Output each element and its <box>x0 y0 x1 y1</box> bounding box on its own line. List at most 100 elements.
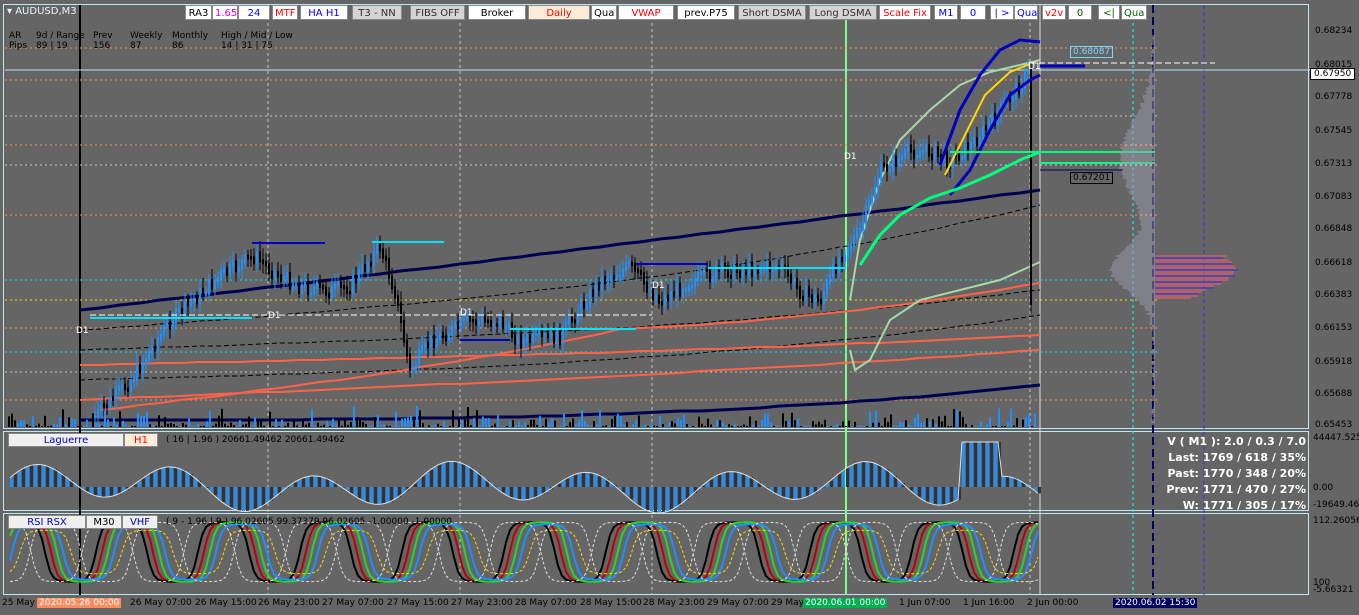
laguerre-bar <box>582 472 585 487</box>
toolbar-button-ra3-0[interactable]: RA3 <box>185 5 212 20</box>
toolbar-button-0-20[interactable]: 0 <box>1068 5 1092 20</box>
volume-bar <box>995 426 997 427</box>
volume-bar <box>413 417 415 427</box>
volume-bar <box>974 426 976 427</box>
laguerre-bar <box>502 487 505 493</box>
ha-candle <box>907 144 909 152</box>
ha-candle <box>325 286 327 296</box>
laguerre-bar <box>742 473 745 487</box>
ha-candle <box>862 221 864 231</box>
ha-candle <box>187 299 189 306</box>
time-axis[interactable]: 25 May 2020.05.26 00:00 26 May 07:00 26 May… <box>0 596 1310 615</box>
laguerre-tf[interactable]: H1 <box>124 433 158 447</box>
toolbar-button-ha-h1-4[interactable]: HA H1 <box>300 5 348 20</box>
toolbar-button-vwap-10[interactable]: VWAP <box>618 5 674 20</box>
toolbar-button-qua-18[interactable]: Qua <box>1014 5 1038 20</box>
moving-average <box>99 282 1041 411</box>
rsi-tf[interactable]: M30 <box>86 515 122 529</box>
toolbar-button-qua-9[interactable]: Qua <box>591 5 617 20</box>
stat-label: AR <box>9 31 22 41</box>
stat-label: High / Mid / Low <box>221 31 293 41</box>
stat-label: Monthly <box>172 31 209 41</box>
toolbar-button-0-16[interactable]: 0 <box>960 5 986 20</box>
ha-candle <box>673 291 675 297</box>
toolbar-button-v2v-19[interactable]: v2v <box>1042 5 1066 20</box>
toolbar-button-daily-8[interactable]: Daily <box>528 5 590 20</box>
ha-candle <box>499 316 501 327</box>
rsi-mode[interactable]: VHF <box>122 515 158 529</box>
rsi-label[interactable]: RSI RSX <box>8 515 86 529</box>
laguerre-bar <box>170 466 173 487</box>
volume-bar <box>50 425 52 427</box>
volume-bar <box>392 426 394 427</box>
toolbar-button-qua-22[interactable]: Qua <box>1121 5 1147 20</box>
volume-bar <box>977 426 979 427</box>
ha-candle <box>370 262 372 267</box>
ha-candle <box>826 280 828 295</box>
ha-candle <box>598 281 600 291</box>
ha-candle <box>583 300 585 309</box>
ha-candle <box>967 142 969 153</box>
volume-bar <box>929 421 931 427</box>
time-label: 1 Jun 07:00 <box>899 598 951 608</box>
volume-bar <box>443 421 445 427</box>
ha-candle <box>577 312 579 324</box>
ha-candle <box>454 321 456 329</box>
laguerre-label[interactable]: Laguerre <box>8 433 124 447</box>
ha-candle <box>847 247 849 258</box>
volume-bar <box>902 422 904 427</box>
volume-bar <box>359 420 361 427</box>
volume-bar <box>494 423 496 427</box>
dropdown-arrow-icon[interactable]: ▾ <box>7 6 12 17</box>
symbol-title[interactable]: ▾ AUDUSD,M3 <box>7 6 77 17</box>
volume-bar <box>629 426 631 427</box>
ha-candle <box>97 408 99 418</box>
ha-candle <box>316 282 318 290</box>
volume-bar <box>395 411 397 427</box>
ha-candle <box>976 137 978 147</box>
volume-bar <box>710 424 712 427</box>
ha-candle <box>262 259 264 265</box>
volume-bar <box>335 423 337 427</box>
ha-candle <box>355 275 357 284</box>
toolbar-button--21[interactable]: <| <box>1098 5 1120 20</box>
ha-candle <box>178 307 180 311</box>
volume-bar <box>122 420 124 427</box>
volume-bar <box>398 426 400 427</box>
laguerre-bar <box>426 473 429 487</box>
ha-candle <box>856 228 858 239</box>
ha-candle <box>496 323 498 327</box>
ha-candle <box>658 295 660 304</box>
ha-candle <box>451 325 453 337</box>
toolbar-button-prev-p75-11[interactable]: prev.P75 <box>677 5 735 20</box>
volume-bar <box>44 415 46 427</box>
volume-bar <box>164 416 166 427</box>
ha-candle <box>838 256 840 274</box>
laguerre-bar <box>594 473 597 487</box>
toolbar-button-fibs-off-6[interactable]: FIBS OFF <box>410 5 465 20</box>
toolbar-button-1-65-1[interactable]: 1.65 <box>212 5 238 20</box>
volume-bar <box>917 414 919 427</box>
ha-candle <box>205 292 207 296</box>
ha-candle <box>493 323 495 327</box>
volume-bar <box>941 421 943 427</box>
toolbar-button-mtf-3[interactable]: MTF <box>272 5 298 20</box>
toolbar-button-broker-7[interactable]: Broker <box>468 5 526 20</box>
toolbar-button-scale-fix-14[interactable]: Scale Fix <box>879 5 931 20</box>
volume-bar <box>446 426 448 427</box>
volume-bar <box>734 423 736 427</box>
toolbar-button--17[interactable]: | > <box>990 5 1014 20</box>
volume-bar <box>401 418 403 427</box>
ha-candle <box>340 281 342 289</box>
laguerre-bar <box>166 467 169 487</box>
ha-candle <box>283 275 285 282</box>
toolbar-button-short-dsma-12[interactable]: Short DSMA <box>738 5 806 20</box>
toolbar-button-24-2[interactable]: 24 <box>238 5 270 20</box>
ha-candle <box>430 334 432 349</box>
ha-candle <box>529 334 531 344</box>
toolbar-button-m1-15[interactable]: M1 <box>934 5 958 20</box>
toolbar-button-long-dsma-13[interactable]: Long DSMA <box>809 5 877 20</box>
volume-bar <box>998 408 1000 427</box>
toolbar-button-t3-nn-5[interactable]: T3 - NN <box>352 5 402 20</box>
ha-candle <box>100 403 102 412</box>
